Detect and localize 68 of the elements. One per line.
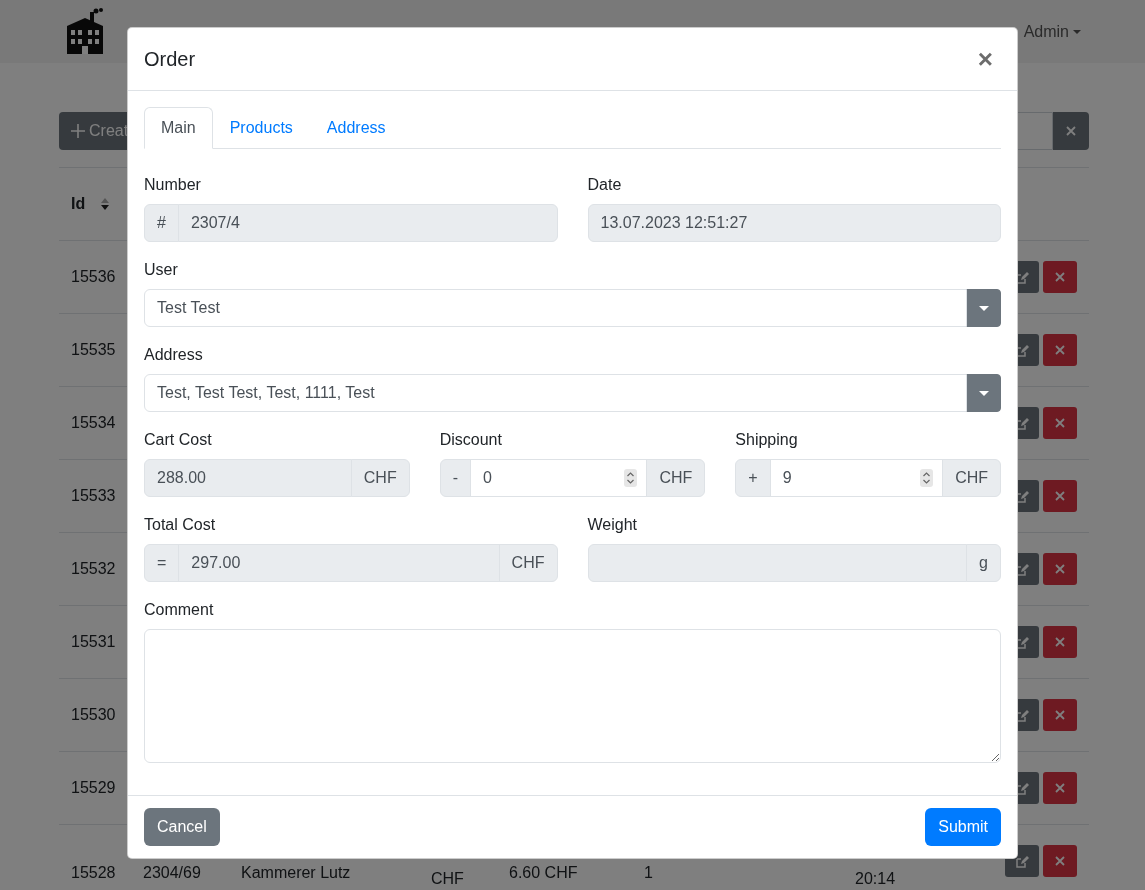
select-field[interactable]: Test Test	[144, 289, 967, 327]
table-cell-text: 15535	[71, 340, 116, 360]
close-icon	[1054, 344, 1066, 356]
input-prefix: +	[735, 459, 771, 497]
submit-button[interactable]: Submit	[925, 808, 1001, 846]
cancel-button[interactable]: Cancel	[144, 808, 220, 846]
table-cell-text: 15529	[71, 778, 116, 798]
close-icon	[1054, 563, 1066, 575]
clear-button[interactable]	[1053, 112, 1089, 150]
pencil-icon	[1015, 854, 1029, 868]
table-cell: Kammerer Lutz	[241, 863, 351, 883]
input-prefix: #	[144, 204, 179, 242]
table-cell: 2304/69	[143, 863, 201, 883]
input-prefix: =	[144, 544, 180, 582]
close-icon	[1054, 782, 1066, 794]
close-icon	[1054, 636, 1066, 648]
field-label: Cart Cost	[144, 430, 212, 450]
close-icon	[1054, 417, 1066, 429]
field-label: Discount	[439, 430, 502, 450]
input-suffix: CHF	[350, 459, 410, 497]
dropdown-button[interactable]	[966, 374, 1001, 412]
close-button[interactable]: ×	[977, 46, 1001, 72]
field-label: Total Cost	[144, 515, 216, 535]
table-cell-text: 15532	[71, 559, 116, 579]
number-field[interactable]: 9	[769, 459, 944, 497]
close-icon	[1065, 125, 1077, 137]
close-icon	[1054, 490, 1066, 502]
table-cell-text: 15530	[71, 705, 116, 725]
table-cell: 15528	[71, 863, 116, 883]
close-icon	[1054, 709, 1066, 721]
input-suffix: CHF	[498, 544, 558, 582]
field-label: Date	[587, 175, 622, 195]
column-header: Id	[71, 194, 86, 214]
caret-icon	[1073, 29, 1081, 34]
input-prefix: -	[439, 459, 471, 497]
input-suffix: CHF	[646, 459, 706, 497]
table-cell: CHF	[431, 869, 464, 889]
input-suffix: g	[966, 544, 1001, 582]
plus-icon	[71, 124, 85, 138]
table-cell-text: 15531	[71, 632, 116, 652]
tab[interactable]: Main	[144, 107, 213, 149]
field-label: Number	[144, 175, 201, 195]
field-label: Address	[144, 345, 203, 365]
dropdown-button[interactable]	[966, 289, 1001, 327]
spinner-icon[interactable]	[920, 469, 934, 487]
select-field[interactable]: Test, Test Test, Test, 1111, Test	[144, 374, 967, 412]
table-cell: 20:14	[855, 869, 896, 889]
sort-icon[interactable]	[101, 198, 110, 210]
tab[interactable]: Products	[212, 107, 310, 149]
field-label: User	[144, 260, 178, 280]
table-cell-text: 15536	[71, 267, 116, 287]
input-suffix: CHF	[942, 459, 1001, 497]
table-cell: 1	[644, 863, 653, 883]
field-label: Shipping	[735, 430, 798, 450]
close-icon	[1054, 271, 1066, 283]
modal-title: Order	[144, 47, 196, 71]
field-label: Comment	[144, 600, 214, 620]
table-cell-text: 15534	[71, 413, 116, 433]
table-cell: 6.60 CHF	[509, 863, 578, 883]
comment-field[interactable]	[144, 629, 1001, 763]
caret-icon	[978, 390, 989, 396]
number-field[interactable]: 0	[470, 459, 648, 497]
tab[interactable]: Address	[309, 107, 403, 149]
caret-icon	[978, 305, 989, 311]
field-label: Weight	[587, 515, 637, 535]
table-cell-text: 15533	[71, 486, 116, 506]
close-icon	[1054, 855, 1066, 867]
spinner-icon[interactable]	[624, 469, 638, 487]
